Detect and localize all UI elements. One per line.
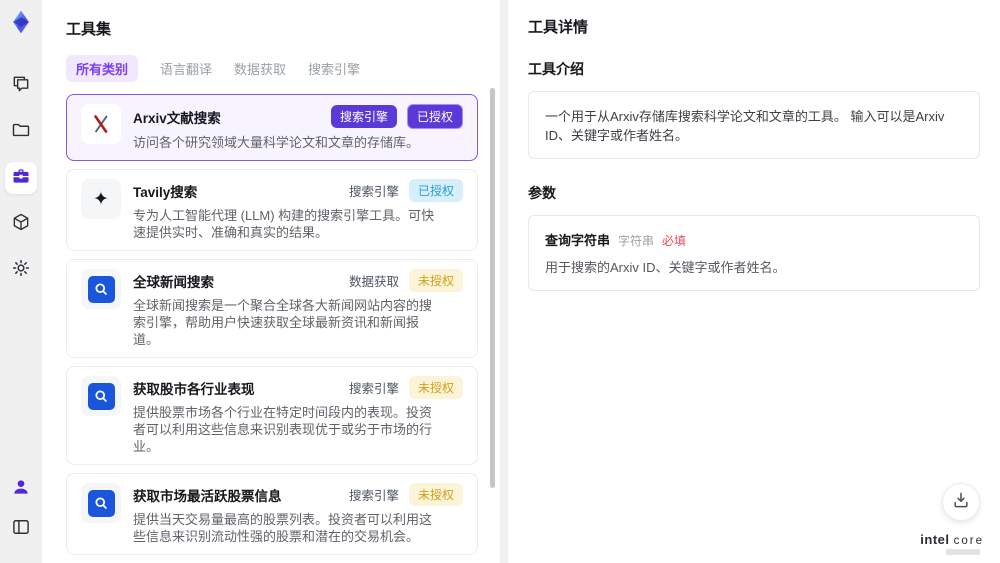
core-wordmark: core [953,535,984,547]
tool-card-active-stocks[interactable]: 获取市场最活跃股票信息 搜索引擎 未授权 提供当天交易量最高的股票列表。投资者可… [66,473,478,555]
tool-name: 获取股市各行业表现 [133,381,255,397]
tool-description: 提供股票市场各个行业在特定时间段内的表现。投资者可以利用这些信息来识别表现优于或… [133,405,433,454]
auth-status-badge: 未授权 [408,376,463,399]
category-tabs: 所有类别 语言翻译 数据获取 搜索引擎 [66,55,486,82]
folder-icon [11,120,31,145]
toolbox-icon [11,166,31,191]
rail-bottom [5,473,37,553]
sidebar-item-collapse-panel[interactable] [5,513,37,545]
param-required-flag: 必填 [662,234,687,248]
page-title: 工具集 [66,21,112,38]
tool-card-global-news[interactable]: 全球新闻搜索 数据获取 未授权 全球新闻搜索是一个聚合全球各大新闻网站内容的搜索… [66,259,478,358]
tab-data-fetching[interactable]: 数据获取 [234,55,286,82]
category-label: 搜索引擎 [348,382,399,396]
gear-icon [11,258,31,283]
category-badge: 搜索引擎 [330,105,397,128]
tool-description: 提供当天交易量最高的股票列表。投资者可以利用这些信息来识别流动性强的股票和潜在的… [133,512,433,544]
tool-list-panel: 工具集 所有类别 语言翻译 数据获取 搜索引擎 Arxiv文献搜索 搜索引擎 已… [42,0,500,563]
tool-card-list: Arxiv文献搜索 搜索引擎 已授权 访问各个研究领域大量科学论文和文章的存储库… [66,94,486,563]
auth-status-badge: 未授权 [408,483,463,506]
sidebar-item-files[interactable] [5,116,37,148]
category-label: 搜索引擎 [348,185,399,199]
tool-description: 专为人工智能代理 (LLM) 构建的搜索引擎工具。可快速提供实时、准确和真实的结… [133,208,435,240]
icon-rail [0,0,42,563]
panel-layout-icon [11,517,31,542]
tool-card-tavily[interactable]: ✦ Tavily搜索 搜索引擎 已授权 专为人工智能代理 (LLM) 构建的搜索… [66,169,478,251]
intro-heading: 工具介绍 [528,61,584,77]
category-label: 搜索引擎 [348,489,399,503]
list-scrollbar [490,80,495,563]
tool-name: 全球新闻搜索 [133,274,214,290]
intel-core-logo: intel core [920,532,984,555]
user-icon [11,477,31,502]
tool-name: Tavily搜索 [133,184,198,200]
chat-icon [11,74,31,99]
tab-search-engine[interactable]: 搜索引擎 [308,55,360,82]
app-window: 工具集 所有类别 语言翻译 数据获取 搜索引擎 Arxiv文献搜索 搜索引擎 已… [0,0,1000,563]
tool-detail-panel: 工具详情 工具介绍 一个用于从Arxiv存储库搜索科学论文和文章的工具。 输入可… [508,0,1000,563]
app-logo [7,8,35,36]
tool-card-sector-performance[interactable]: 获取股市各行业表现 搜索引擎 未授权 提供股票市场各个行业在特定时间段内的表现。… [66,366,478,465]
category-label: 数据获取 [348,275,399,289]
panel-divider [500,0,508,563]
blue-search-icon [81,269,121,309]
sidebar-item-account[interactable] [5,473,37,505]
intel-sub-mark [946,549,981,555]
sidebar-item-models[interactable] [5,208,37,240]
arxiv-icon [81,104,121,144]
tool-name: Arxiv文献搜索 [133,110,221,126]
sidebar-item-chat[interactable] [5,70,37,102]
intro-text: 一个用于从Arxiv存储库搜索科学论文和文章的工具。 输入可以是Arxiv ID… [545,109,945,143]
tab-all-categories[interactable]: 所有类别 [66,55,139,82]
cube-icon [11,212,31,237]
tool-card-arxiv[interactable]: Arxiv文献搜索 搜索引擎 已授权 访问各个研究领域大量科学论文和文章的存储库… [66,94,478,161]
param-name: 查询字符串 [545,233,611,248]
tab-language-translation[interactable]: 语言翻译 [160,55,212,82]
detail-title: 工具详情 [528,19,589,36]
param-description: 用于搜索的Arxiv ID、关键字或作者姓名。 [545,260,786,275]
blue-search-icon [81,376,121,416]
star-icon: ✦ [81,179,121,219]
auth-status-badge: 已授权 [408,179,463,202]
download-button[interactable] [942,483,980,521]
list-scrollbar-thumb[interactable] [490,88,495,488]
sidebar-item-settings[interactable] [5,254,37,286]
tool-description: 全球新闻搜索是一个聚合全球各大新闻网站内容的搜索引擎，帮助用户快速获取全球最新资… [133,298,433,347]
param-type: 字符串 [618,234,655,248]
intro-box: 一个用于从Arxiv存储库搜索科学论文和文章的工具。 输入可以是Arxiv ID… [528,91,980,159]
auth-status-badge: 已授权 [406,104,463,129]
params-heading: 参数 [528,185,556,201]
tool-name: 获取市场最活跃股票信息 [133,488,282,504]
sidebar-item-tools[interactable] [5,162,37,194]
tool-description: 访问各个研究领域大量科学论文和文章的存储库。 [133,135,420,150]
intel-wordmark: intel [920,532,950,547]
param-box: 查询字符串 字符串 必填 用于搜索的Arxiv ID、关键字或作者姓名。 [528,215,980,291]
download-icon [951,490,971,515]
auth-status-badge: 未授权 [408,269,463,292]
blue-search-icon [81,483,121,523]
